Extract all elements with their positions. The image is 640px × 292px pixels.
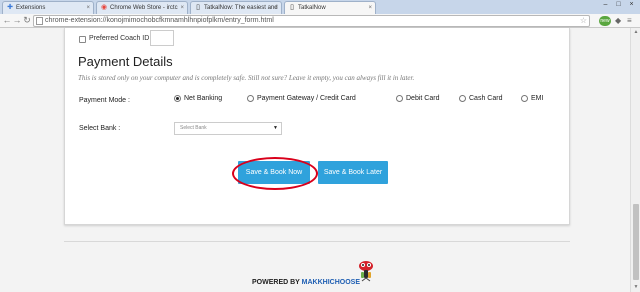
mascot-logo: [359, 261, 373, 282]
extension-badge[interactable]: new: [599, 16, 611, 26]
preferred-coach-input[interactable]: [150, 30, 174, 46]
chevron-down-icon: ▼: [273, 125, 278, 131]
address-text: chrome-extension://konojmimochobcfkmnamh…: [45, 17, 274, 24]
extension-icon[interactable]: ◆: [615, 15, 621, 27]
webstore-icon: ◉: [100, 4, 108, 11]
puzzle-icon: ✚: [7, 4, 13, 11]
powered-by-text: POWERED BY: [252, 279, 300, 286]
page-icon: [36, 17, 43, 25]
radio-label-net-banking: Net Banking: [184, 95, 223, 102]
preferred-coach-checkbox[interactable]: [79, 36, 86, 43]
payment-details-note: This is stored only on your computer and…: [78, 74, 415, 82]
menu-icon[interactable]: ≡: [627, 15, 632, 27]
radio-net-banking[interactable]: [174, 95, 181, 102]
tab-extensions[interactable]: ✚ Extensions ×: [2, 1, 94, 14]
powered-by-credit: POWERED BY MAKKHICHOOSE: [252, 279, 360, 286]
preferred-coach-label: Preferred Coach ID: [89, 35, 150, 42]
tab-chrome-web-store[interactable]: ◉ Chrome Web Store - irctc ×: [96, 1, 188, 14]
tab-label: Extensions: [16, 5, 46, 11]
page-scrollbar[interactable]: ▲ ▼: [630, 28, 640, 292]
footer-divider: [64, 241, 570, 242]
radio-label-payment-gateway: Payment Gateway / Credit Card: [257, 95, 356, 102]
payment-mode-label: Payment Mode :: [79, 97, 130, 104]
tab-label: TatkalNow: The easiest and: [204, 5, 278, 11]
maximize-button[interactable]: □: [613, 0, 624, 9]
radio-label-cash-card: Cash Card: [469, 95, 503, 102]
bookmark-star-icon[interactable]: ☆: [580, 16, 587, 26]
save-book-later-button[interactable]: Save & Book Later: [318, 161, 388, 184]
select-bank-dropdown[interactable]: Select Bank ▼: [174, 122, 282, 135]
close-icon[interactable]: ×: [274, 2, 278, 14]
highlight-annotation: [232, 157, 318, 190]
back-icon[interactable]: ←: [2, 15, 12, 26]
reload-icon[interactable]: ↻: [22, 15, 32, 26]
close-icon[interactable]: ×: [368, 2, 372, 14]
tab-tatkalnow[interactable]: ▯ TatkalNow ×: [284, 1, 376, 14]
tab-label: Chrome Web Store - irctc: [110, 5, 178, 11]
tab-label: TatkalNow: [298, 5, 326, 11]
tab-strip: ✚ Extensions × ◉ Chrome Web Store - irct…: [0, 0, 640, 14]
payment-details-title: Payment Details: [78, 54, 173, 69]
minimize-button[interactable]: –: [600, 0, 611, 9]
close-window-button[interactable]: ×: [626, 0, 637, 9]
page-icon: ▯: [196, 4, 200, 11]
scroll-up-icon[interactable]: ▲: [632, 28, 640, 36]
select-bank-value: Select Bank: [180, 125, 207, 131]
address-bar[interactable]: chrome-extension://konojmimochobcfkmnamh…: [33, 15, 590, 27]
radio-cash-card[interactable]: [459, 95, 466, 102]
radio-payment-gateway[interactable]: [247, 95, 254, 102]
select-bank-label: Select Bank :: [79, 125, 121, 132]
close-icon[interactable]: ×: [180, 2, 184, 14]
close-icon[interactable]: ×: [86, 2, 90, 14]
scroll-down-icon[interactable]: ▼: [632, 283, 640, 291]
page-content: Preferred Coach ID Payment Details This …: [0, 28, 630, 292]
radio-label-debit-card: Debit Card: [406, 95, 440, 102]
radio-label-emi: EMI: [531, 95, 544, 102]
browser-toolbar: ← → ↻ chrome-extension://konojmimochobcf…: [0, 14, 640, 28]
page-icon: ▯: [290, 4, 294, 11]
forward-icon[interactable]: →: [12, 15, 22, 26]
radio-emi[interactable]: [521, 95, 528, 102]
radio-debit-card[interactable]: [396, 95, 403, 102]
scroll-thumb[interactable]: [633, 204, 639, 280]
tab-tatkalnow-info[interactable]: ▯ TatkalNow: The easiest and ×: [190, 1, 282, 14]
brand-link[interactable]: MAKKHICHOOSE: [302, 279, 360, 286]
